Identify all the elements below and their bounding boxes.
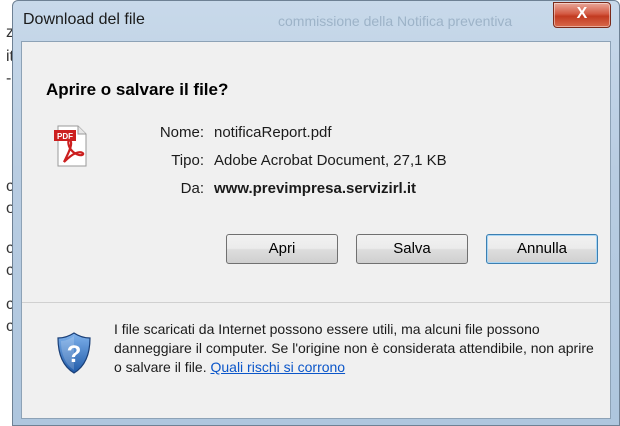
cancel-button[interactable]: Annulla: [486, 234, 598, 264]
file-type-value: Adobe Acrobat Document, 27,1 KB: [214, 152, 447, 169]
svg-text:?: ?: [67, 341, 82, 368]
security-warning: I file scaricati da Internet possono ess…: [114, 320, 594, 377]
open-button[interactable]: Apri: [226, 234, 338, 264]
dialog-body: Aprire o salvare il file? PDF Nome: noti…: [21, 41, 611, 419]
file-name-value: notificaReport.pdf: [214, 124, 332, 141]
background-text: -: [6, 70, 12, 87]
close-icon: X: [576, 5, 588, 22]
title-bar[interactable]: Download del file commissione della Noti…: [13, 1, 619, 41]
risks-link[interactable]: Quali rischi si corrono: [210, 359, 345, 375]
title-ghost-text: commissione della Notifica preventiva: [278, 13, 513, 29]
save-button[interactable]: Salva: [356, 234, 468, 264]
security-warning-text: I file scaricati da Internet possono ess…: [114, 321, 594, 375]
dialog-heading: Aprire o salvare il file?: [46, 80, 229, 99]
download-dialog-window: Download del file commissione della Noti…: [12, 0, 620, 426]
close-button[interactable]: X: [553, 2, 611, 28]
file-name-label: Nome:: [159, 124, 204, 141]
pdf-icon: PDF: [54, 125, 87, 167]
shield-question-icon: ?: [57, 332, 91, 374]
file-source-value: www.previmpresa.servizirl.it: [214, 180, 417, 197]
window-title: Download del file: [23, 11, 145, 28]
file-type-label: Tipo:: [171, 152, 204, 169]
file-source-label: Da:: [180, 180, 204, 197]
